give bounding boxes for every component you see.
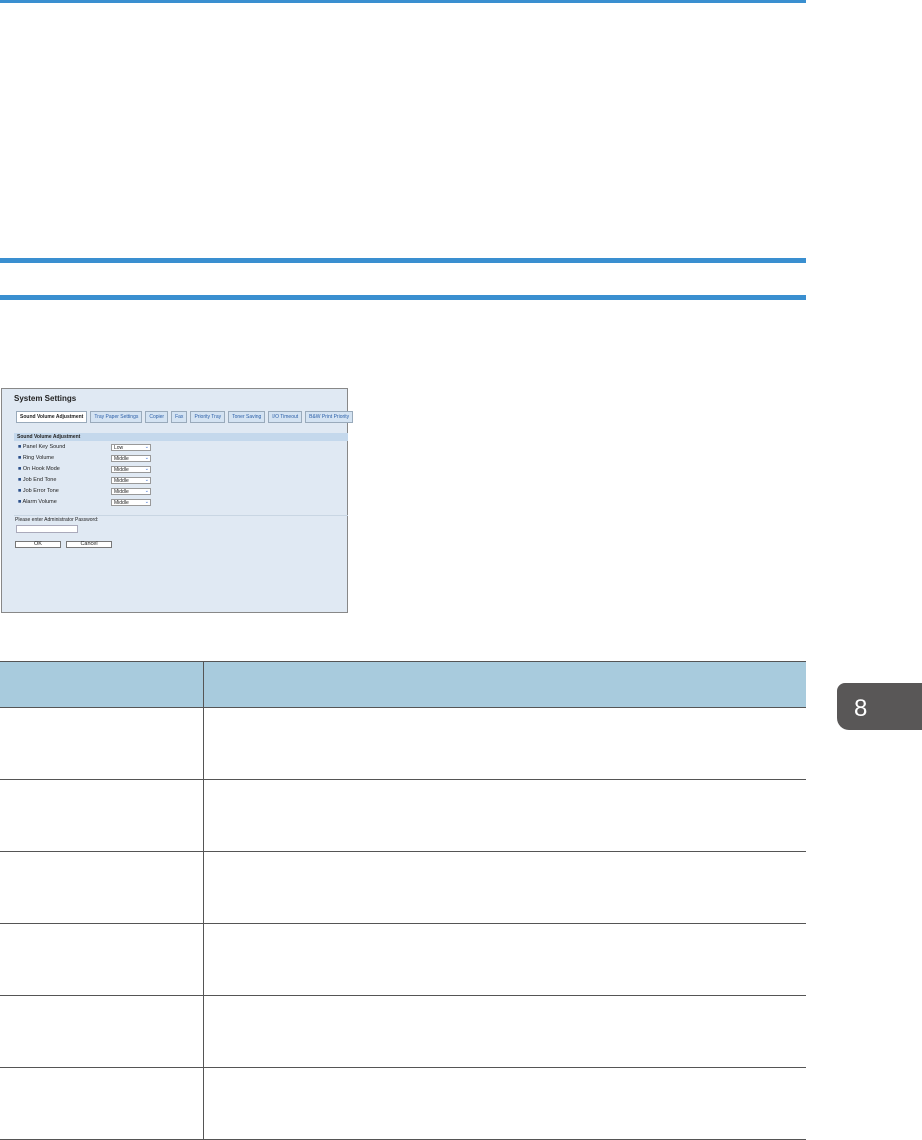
table-cell	[0, 995, 204, 1068]
table-row	[0, 851, 806, 924]
settings-tabs: Sound Volume Adjustment Tray Paper Setti…	[16, 411, 354, 423]
table-cell	[0, 923, 204, 996]
setting-label: Panel Key Sound	[18, 444, 65, 450]
table-cell	[203, 779, 806, 852]
ring-volume-select[interactable]: Middle	[111, 455, 151, 462]
cancel-button[interactable]: Cancel	[66, 541, 112, 548]
table-row	[0, 707, 806, 780]
setting-row: Job End Tone Middle	[18, 477, 158, 486]
table-cell	[0, 779, 204, 852]
setting-label: On Hook Mode	[18, 466, 60, 472]
section-header: Sound Volume Adjustment	[14, 433, 348, 441]
tab-sound-volume[interactable]: Sound Volume Adjustment	[16, 411, 88, 423]
table-cell	[203, 707, 806, 780]
tab-priority-tray[interactable]: Priority Tray	[190, 411, 226, 423]
job-end-tone-select[interactable]: Middle	[111, 477, 151, 484]
table-cell	[203, 995, 806, 1068]
setting-row: Ring Volume Middle	[18, 455, 158, 464]
table-row	[0, 995, 806, 1068]
table-cell	[203, 923, 806, 996]
tab-bw-print-priority[interactable]: B&W Print Priority	[305, 411, 354, 423]
table-row	[0, 923, 806, 996]
table-row	[0, 779, 806, 852]
settings-table	[0, 661, 806, 1140]
table-cell	[203, 851, 806, 924]
tab-copier[interactable]: Copier	[145, 411, 169, 423]
password-label: Please enter Administrator Password:	[15, 517, 99, 523]
tab-tray-paper[interactable]: Tray Paper Settings	[90, 411, 143, 423]
section-rule	[0, 258, 806, 263]
setting-label: Job Error Tone	[18, 488, 59, 494]
setting-row: On Hook Mode Middle	[18, 466, 158, 475]
tab-toner-saving[interactable]: Toner Saving	[228, 411, 266, 423]
panel-key-sound-select[interactable]: Low	[111, 444, 151, 451]
password-input[interactable]	[16, 525, 78, 533]
header-cell	[203, 661, 806, 708]
table-cell	[0, 707, 204, 780]
tab-io-timeout[interactable]: I/O Timeout	[268, 411, 303, 423]
header-cell	[0, 661, 204, 708]
table-cell	[203, 1067, 806, 1140]
table-header-row	[0, 661, 806, 708]
job-error-tone-select[interactable]: Middle	[111, 488, 151, 495]
setting-row: Panel Key Sound Low	[18, 444, 158, 453]
tab-fax[interactable]: Fax	[171, 411, 188, 423]
table-cell	[0, 851, 204, 924]
table-row	[0, 1067, 806, 1140]
section-rule	[0, 295, 806, 300]
setting-label: Job End Tone	[18, 477, 56, 483]
setting-label: Ring Volume	[18, 455, 54, 461]
chapter-tab: 8	[837, 683, 922, 730]
setting-row: Job Error Tone Middle	[18, 488, 158, 497]
top-rule	[0, 0, 806, 3]
alarm-volume-select[interactable]: Middle	[111, 499, 151, 506]
screenshot-title: System Settings	[14, 394, 77, 403]
system-settings-screenshot: System Settings Sound Volume Adjustment …	[1, 388, 354, 613]
on-hook-mode-select[interactable]: Middle	[111, 466, 151, 473]
setting-row: Alarm Volume Middle	[18, 499, 158, 508]
divider	[14, 515, 348, 516]
table-cell	[0, 1067, 204, 1140]
setting-label: Alarm Volume	[18, 499, 57, 505]
ok-button[interactable]: OK	[15, 541, 61, 548]
